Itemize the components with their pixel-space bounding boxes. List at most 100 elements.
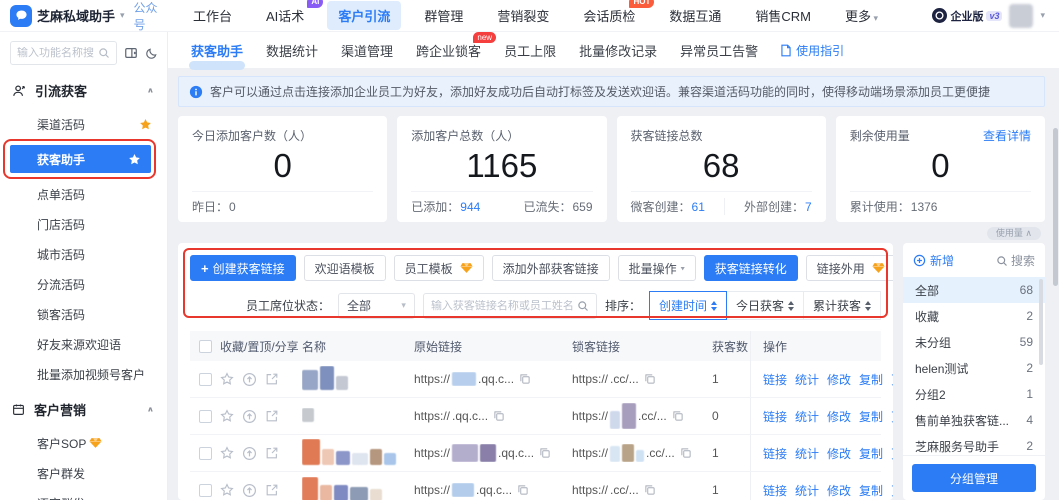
toolbar-button-添加外部获客链接[interactable]: 添加外部获客链接 (492, 255, 610, 281)
copy-icon[interactable] (672, 410, 684, 422)
row-checkbox[interactable] (199, 410, 212, 423)
sidebar-item-获客助手[interactable]: 获客助手 (10, 145, 151, 173)
action-link-更多[interactable]: 更多 (891, 408, 893, 425)
page-scrollbar[interactable] (1053, 128, 1058, 286)
stat-footer-value[interactable]: 7 (805, 200, 812, 214)
group-item-售前单独获客链...[interactable]: 售前单独获客链...4 (903, 407, 1045, 433)
tab-数据统计[interactable]: 数据统计 (257, 36, 327, 65)
collapse-panel-icon[interactable] (124, 46, 138, 60)
share-icon[interactable] (265, 446, 279, 460)
copy-icon[interactable] (517, 484, 529, 496)
tab-异常员工告警[interactable]: 异常员工告警 (671, 36, 767, 65)
toolbar-button-链接外用[interactable]: 链接外用 (806, 255, 893, 281)
tab-渠道管理[interactable]: 渠道管理 (332, 36, 402, 65)
copy-icon[interactable] (519, 373, 531, 385)
sidebar-item-城市活码[interactable]: 城市活码 (0, 239, 167, 269)
sidebar-item-分流活码[interactable]: 分流活码 (0, 269, 167, 299)
action-link-修改[interactable]: 修改 (827, 371, 851, 388)
sidebar-item-批量添加视频号客户[interactable]: 批量添加视频号客户 (0, 359, 167, 389)
group-item-芝麻服务号助手[interactable]: 芝麻服务号助手2 (903, 433, 1045, 455)
action-link-链接[interactable]: 链接 (763, 408, 787, 425)
favorite-star-icon[interactable] (220, 446, 234, 460)
action-link-复制[interactable]: 复制 (859, 371, 883, 388)
favorite-star-icon[interactable] (220, 409, 234, 423)
action-link-复制[interactable]: 复制 (859, 482, 883, 499)
stat-footer-value[interactable]: 944 (460, 200, 480, 214)
topnav-item-客户引流[interactable]: 客户引流 (327, 1, 401, 30)
action-link-修改[interactable]: 修改 (827, 445, 851, 462)
action-link-链接[interactable]: 链接 (763, 445, 787, 462)
topnav-item-AI话术[interactable]: AI话术AI (255, 1, 315, 30)
favorite-star-icon[interactable] (220, 372, 234, 386)
toolbar-button-获客链接转化[interactable]: 获客链接转化 (704, 255, 798, 281)
toolbar-button-欢迎语模板[interactable]: 欢迎语模板 (304, 255, 386, 281)
table-search-input[interactable] (423, 293, 597, 319)
topnav-item-营销裂变[interactable]: 营销裂变 (486, 1, 560, 30)
account-type-link[interactable]: 公众号 (134, 0, 168, 33)
action-link-复制[interactable]: 复制 (859, 408, 883, 425)
tab-批量修改记录[interactable]: 批量修改记录 (570, 36, 666, 65)
sidebar-search-input[interactable] (10, 41, 117, 65)
sort-button-创建时间[interactable]: 创建时间 (649, 291, 727, 320)
share-icon[interactable] (265, 409, 279, 423)
usage-collapse-pill[interactable]: 使用量 ∧ (987, 227, 1041, 240)
copy-icon[interactable] (680, 447, 692, 459)
add-group-button[interactable]: 新增 (913, 252, 954, 269)
action-link-统计[interactable]: 统计 (795, 408, 819, 425)
user-menu-chevron-down-icon[interactable]: ▾ (1040, 10, 1045, 21)
pin-top-icon[interactable] (242, 409, 257, 424)
group-item-未分组[interactable]: 未分组59 (903, 329, 1045, 355)
action-link-更多[interactable]: 更多 (891, 371, 893, 388)
row-checkbox[interactable] (199, 447, 212, 460)
tab-员工上限[interactable]: 员工上限 (495, 36, 565, 65)
sidebar-section-客户营销[interactable]: 客户营销∧ (0, 389, 167, 428)
group-search-button[interactable]: 搜索 (996, 252, 1035, 269)
action-link-复制[interactable]: 复制 (859, 445, 883, 462)
copy-icon[interactable] (539, 447, 551, 459)
usage-guide-link[interactable]: 使用指引 (780, 42, 844, 59)
sidebar-item-好友来源欢迎语[interactable]: 好友来源欢迎语 (0, 329, 167, 359)
topnav-item-群管理[interactable]: 群管理 (413, 1, 474, 30)
topnav-item-工作台[interactable]: 工作台 (182, 1, 243, 30)
seat-status-select[interactable]: 全部 ▾ (338, 293, 415, 319)
brand-area[interactable]: 芝麻私域助手 ▾ 公众号 (0, 0, 168, 33)
topnav-item-会话质检[interactable]: 会话质检HOT (572, 1, 646, 30)
topnav-item-销售CRM[interactable]: 销售CRM (744, 1, 822, 30)
sidebar-item-点单活码[interactable]: 点单活码 (0, 179, 167, 209)
group-item-helen测试[interactable]: helen测试2 (903, 355, 1045, 381)
action-link-统计[interactable]: 统计 (795, 482, 819, 499)
group-item-分组2[interactable]: 分组21 (903, 381, 1045, 407)
action-link-链接[interactable]: 链接 (763, 371, 787, 388)
sidebar-item-客户群发[interactable]: 客户群发 (0, 458, 167, 488)
sort-button-累计获客[interactable]: 累计获客 (804, 291, 881, 320)
favorite-star-icon[interactable] (220, 483, 234, 497)
row-checkbox[interactable] (199, 484, 212, 497)
share-icon[interactable] (265, 483, 279, 497)
view-details-link[interactable]: 查看详情 (983, 127, 1031, 144)
action-link-链接[interactable]: 链接 (763, 482, 787, 499)
pin-top-icon[interactable] (242, 372, 257, 387)
group-item-收藏[interactable]: 收藏2 (903, 303, 1045, 329)
brand-chevron-down-icon[interactable]: ▾ (120, 10, 125, 21)
action-link-更多[interactable]: 更多 (891, 445, 893, 462)
action-link-统计[interactable]: 统计 (795, 445, 819, 462)
sort-button-今日获客[interactable]: 今日获客 (727, 291, 804, 320)
copy-icon[interactable] (644, 373, 656, 385)
sidebar-item-锁客活码[interactable]: 锁客活码 (0, 299, 167, 329)
sidebar-item-逐客群发[interactable]: 逐客群发 (0, 488, 167, 500)
row-checkbox[interactable] (199, 373, 212, 386)
sidebar-item-门店活码[interactable]: 门店活码 (0, 209, 167, 239)
toolbar-button-员工模板[interactable]: 员工模板 (394, 255, 484, 281)
group-list-scrollbar[interactable] (1039, 279, 1043, 365)
action-link-修改[interactable]: 修改 (827, 482, 851, 499)
manage-groups-button[interactable]: 分组管理 (912, 464, 1036, 492)
copy-icon[interactable] (644, 484, 656, 496)
action-link-统计[interactable]: 统计 (795, 371, 819, 388)
stat-footer-value[interactable]: 61 (692, 200, 705, 214)
sidebar-search-field[interactable] (17, 47, 94, 59)
toolbar-button-创建获客链接[interactable]: +创建获客链接 (190, 255, 296, 281)
table-search-field[interactable] (431, 300, 573, 312)
tab-获客助手[interactable]: 获客助手 (182, 36, 252, 65)
sidebar-item-客户SOP[interactable]: 客户SOP (0, 428, 167, 458)
tab-跨企业锁客[interactable]: 跨企业锁客new (407, 36, 490, 65)
